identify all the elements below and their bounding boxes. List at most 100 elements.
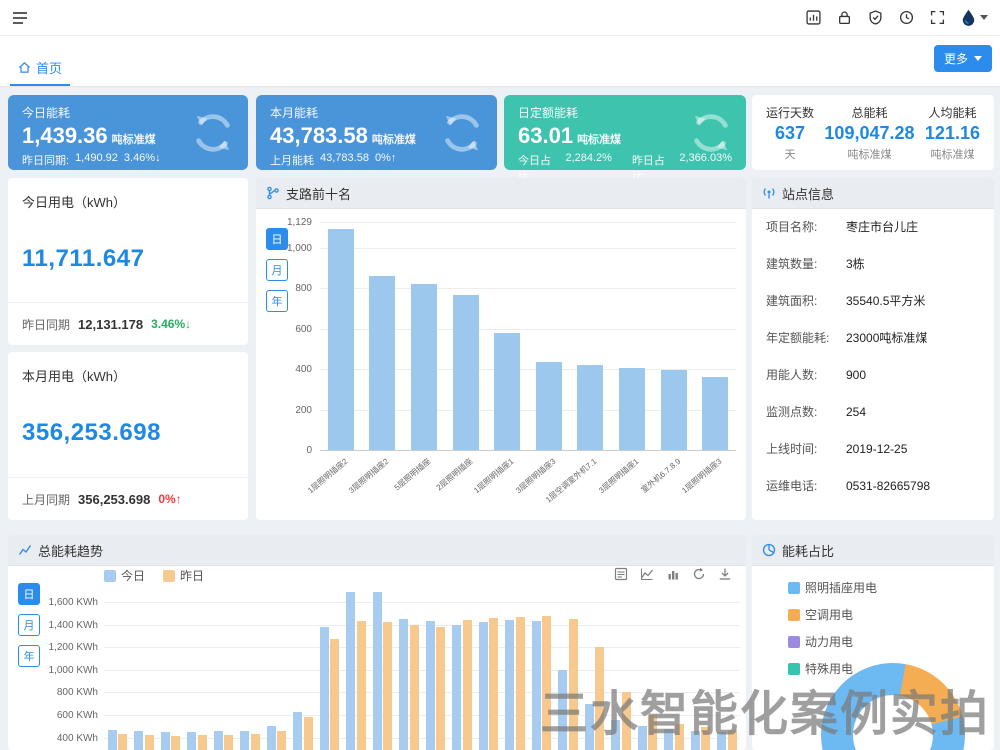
trend-bar bbox=[691, 731, 700, 750]
panel-branch-top10: 支路前十名 日 月 年 02004006008001,0001,129 1层照明… bbox=[256, 178, 746, 520]
trend-bar bbox=[489, 618, 498, 750]
stat-label: 总能耗 bbox=[851, 104, 887, 121]
legend-label: 照明插座用电 bbox=[805, 579, 877, 596]
y-axis-tick: 1,400 KWh bbox=[40, 620, 98, 631]
topbar-actions bbox=[806, 9, 988, 26]
legend-label: 空调用电 bbox=[805, 606, 853, 623]
panel-header: 总能耗趋势 bbox=[8, 535, 746, 566]
history-icon[interactable] bbox=[899, 10, 914, 25]
trend-bar bbox=[171, 736, 180, 750]
user-logo-menu[interactable] bbox=[961, 9, 988, 26]
chart-doc-icon[interactable] bbox=[806, 10, 821, 25]
trend-bar bbox=[399, 619, 408, 750]
kpi-sub-label: 上月能耗 bbox=[270, 152, 314, 168]
trend-bar bbox=[532, 621, 541, 750]
trend-bar bbox=[320, 627, 329, 750]
trend-bar bbox=[558, 670, 567, 750]
gridline bbox=[104, 647, 740, 648]
y-axis-tick: 400 bbox=[276, 364, 312, 375]
pie-icon bbox=[762, 543, 776, 557]
site-info-row: 用能人数:900 bbox=[752, 356, 994, 393]
trend-bar bbox=[304, 717, 313, 750]
y-axis-tick: 1,600 KWh bbox=[40, 597, 98, 608]
period-month-button[interactable]: 月 bbox=[18, 614, 40, 636]
trend-bar bbox=[118, 734, 127, 750]
menu-toggle-icon[interactable] bbox=[12, 11, 28, 25]
more-button[interactable]: 更多 bbox=[934, 45, 992, 72]
branch-bar bbox=[369, 276, 395, 450]
card-value: 356,253.698 bbox=[22, 419, 234, 447]
kpi-unit: 吨标准煤 bbox=[112, 134, 156, 146]
period-day-button[interactable]: 日 bbox=[18, 583, 40, 605]
x-axis-label: 3层照明插座2 bbox=[315, 456, 391, 520]
legend-item[interactable]: 照明插座用电 bbox=[788, 579, 877, 596]
card-value: 11,711.647 bbox=[22, 245, 234, 273]
trend-bar bbox=[648, 715, 657, 750]
line-chart-icon[interactable] bbox=[640, 567, 654, 581]
trend-bar bbox=[330, 639, 339, 750]
trend-bar bbox=[277, 731, 286, 750]
branch-bar bbox=[536, 362, 562, 450]
trend-bar bbox=[479, 622, 488, 750]
trend-bar bbox=[410, 625, 419, 750]
compare-label: 昨日同期 bbox=[22, 316, 70, 333]
trend-bar bbox=[426, 621, 435, 750]
trend-chart-yaxis: 400 KWh600 KWh800 KWh1,000 KWh1,200 KWh1… bbox=[42, 592, 100, 750]
legend-swatch bbox=[163, 570, 175, 582]
site-info-row: 监测点数:254 bbox=[752, 393, 994, 430]
stat-running-days: 运行天数 637 天 bbox=[766, 95, 814, 170]
period-year-button[interactable]: 年 bbox=[18, 645, 40, 667]
data-view-icon[interactable] bbox=[614, 567, 628, 581]
trend-bar bbox=[251, 734, 260, 750]
shield-icon[interactable] bbox=[868, 10, 883, 25]
legend-item[interactable]: 空调用电 bbox=[788, 606, 877, 623]
trend-bar bbox=[701, 727, 710, 750]
kpi-value: 1,439.36 bbox=[22, 123, 108, 148]
y-axis-tick: 400 KWh bbox=[40, 733, 98, 744]
fullscreen-icon[interactable] bbox=[930, 10, 945, 25]
compare-value: 12,131.178 bbox=[78, 317, 143, 332]
panel-title: 支路前十名 bbox=[286, 184, 351, 203]
trend-bar bbox=[664, 729, 673, 750]
legend-label: 昨日 bbox=[180, 567, 204, 584]
legend-swatch bbox=[788, 582, 800, 594]
refresh-icon[interactable] bbox=[692, 567, 706, 581]
trend-bar bbox=[569, 619, 578, 750]
branch-chart-yaxis: 02004006008001,0001,129 bbox=[280, 222, 316, 450]
legend-item[interactable]: 动力用电 bbox=[788, 633, 877, 650]
download-icon[interactable] bbox=[718, 567, 732, 581]
trend-bar bbox=[357, 621, 366, 750]
branch-chart-plot[interactable]: 1层照明插座23层照明插座25层照明插座2层照明插座1层照明插座13层照明插座3… bbox=[320, 222, 736, 451]
water-drop-logo-icon bbox=[961, 9, 976, 26]
legend-item[interactable]: 昨日 bbox=[163, 567, 204, 584]
y-axis-tick: 1,200 KWh bbox=[40, 642, 98, 653]
lock-icon[interactable] bbox=[837, 10, 852, 25]
x-axis-label: 2层照明插座 bbox=[399, 456, 475, 520]
refresh-sync-icon[interactable] bbox=[190, 110, 236, 156]
legend-item[interactable]: 今日 bbox=[104, 567, 145, 584]
trend-bar bbox=[675, 724, 684, 750]
site-info-value: 枣庄市台儿庄 bbox=[846, 218, 918, 235]
y-axis-tick: 600 KWh bbox=[40, 710, 98, 721]
stat-total-energy: 总能耗 109,047.28 吨标准煤 bbox=[824, 95, 914, 170]
gridline bbox=[104, 670, 740, 671]
site-info-row: 建筑数量:3栋 bbox=[752, 245, 994, 282]
tab-home[interactable]: 首页 bbox=[10, 50, 70, 86]
panel-energy-proportion: 能耗占比 照明插座用电空调用电动力用电特殊用电 bbox=[752, 535, 994, 750]
kpi-sub-value: 43,783.58 bbox=[320, 152, 369, 168]
y-axis-tick: 1,129 bbox=[276, 217, 312, 228]
trend-chart-plot[interactable] bbox=[104, 592, 740, 750]
kpi-unit: 吨标准煤 bbox=[577, 134, 621, 146]
trend-bar bbox=[542, 616, 551, 750]
legend-swatch bbox=[788, 663, 800, 675]
refresh-sync-icon[interactable] bbox=[688, 110, 734, 156]
refresh-sync-icon[interactable] bbox=[439, 110, 485, 156]
site-info-value: 2019-12-25 bbox=[846, 442, 907, 456]
kpi-delta: 0%↑ bbox=[375, 152, 396, 168]
site-info-row: 运维电话:0531-82665798 bbox=[752, 467, 994, 504]
trend-bar bbox=[622, 692, 631, 750]
site-info-row: 项目名称:枣庄市台儿庄 bbox=[752, 208, 994, 245]
bar-chart-icon[interactable] bbox=[666, 567, 680, 581]
stat-value: 109,047.28 bbox=[824, 123, 914, 144]
trend-bar bbox=[452, 625, 461, 750]
